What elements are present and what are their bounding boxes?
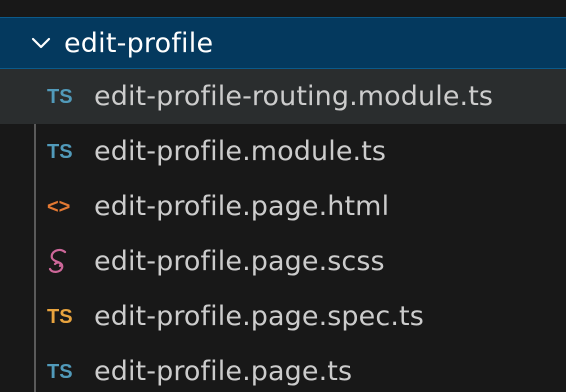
typescript-icon: TS: [47, 85, 73, 108]
html-icon: <>: [47, 195, 71, 218]
sass-icon: [47, 248, 81, 276]
file-label: edit-profile.page.scss: [94, 246, 385, 277]
file-item-page-ts[interactable]: TS edit-profile.page.ts: [0, 344, 566, 392]
file-item-page-spec[interactable]: TS edit-profile.page.spec.ts: [0, 289, 566, 344]
folder-label: edit-profile: [64, 27, 214, 59]
file-explorer: edit-profile TS edit-profile-routing.mod…: [0, 0, 566, 392]
file-label: edit-profile.module.ts: [94, 136, 387, 167]
file-item-module[interactable]: TS edit-profile.module.ts: [0, 124, 566, 179]
file-label: edit-profile.page.html: [94, 191, 390, 222]
file-item-page-scss[interactable]: edit-profile.page.scss: [0, 234, 566, 289]
file-label: edit-profile-routing.module.ts: [94, 81, 494, 112]
file-label: edit-profile.page.spec.ts: [94, 301, 424, 332]
typescript-spec-icon: TS: [47, 305, 73, 328]
chevron-down-icon[interactable]: [30, 32, 52, 54]
file-list: TS edit-profile-routing.module.ts TS edi…: [0, 69, 566, 392]
file-item-page-html[interactable]: <> edit-profile.page.html: [0, 179, 566, 234]
file-item-routing-module[interactable]: TS edit-profile-routing.module.ts: [0, 69, 566, 124]
folder-row-edit-profile[interactable]: edit-profile: [0, 17, 566, 69]
typescript-icon: TS: [47, 140, 73, 163]
file-label: edit-profile.page.ts: [94, 356, 353, 387]
typescript-icon: TS: [47, 360, 73, 383]
